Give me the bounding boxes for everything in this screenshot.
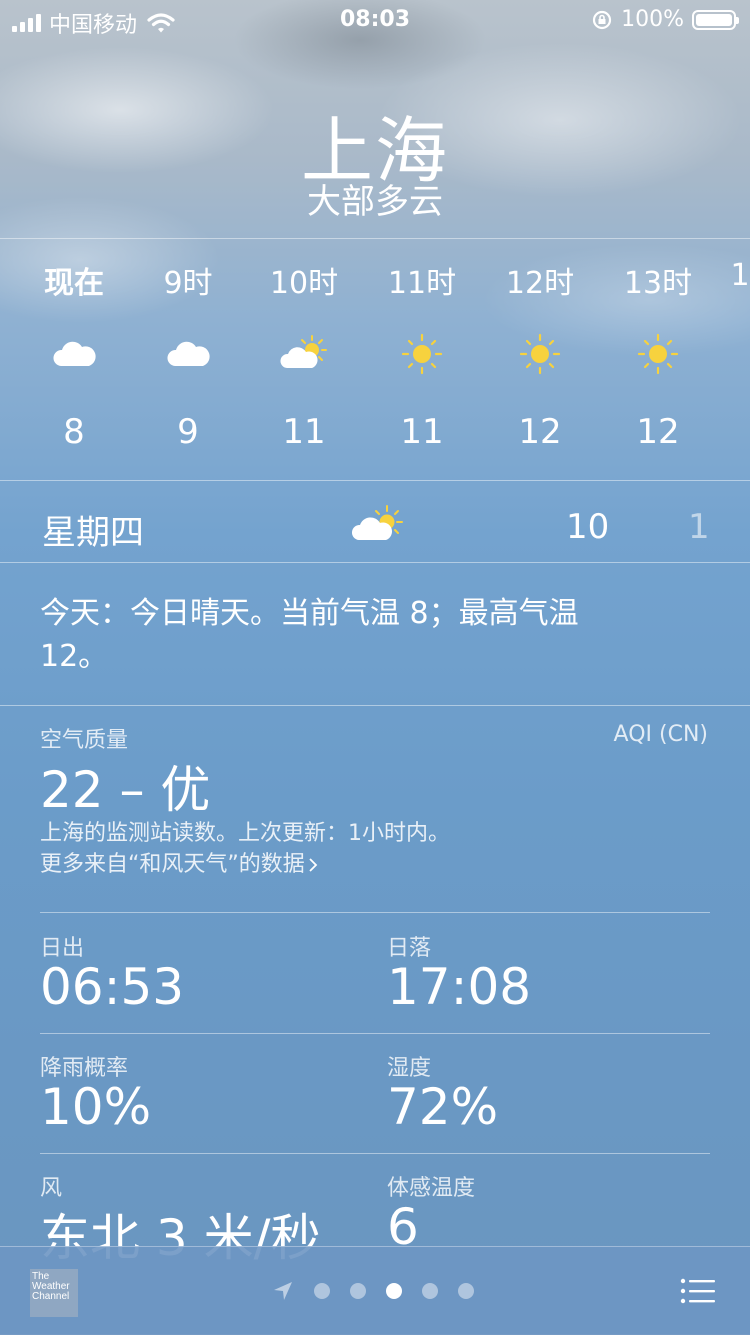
divider [0, 480, 750, 481]
hourly-forecast[interactable]: 现在 8 9时 9 10时 11 11时 11 12时 12 13时 12 1 [0, 240, 750, 480]
more-data-link-label: 更多来自“和风天气”的数据 [40, 852, 305, 877]
day-low-temp: 1 [688, 507, 710, 547]
battery-icon [692, 9, 739, 30]
more-data-link[interactable]: 更多来自“和风天气”的数据 [40, 849, 450, 880]
sunrise-value: 06:53 [40, 958, 185, 1016]
hour-temp: 12 [518, 412, 562, 452]
bottom-toolbar: The Weather Channel [0, 1246, 750, 1335]
sunset-value: 17:08 [387, 958, 532, 1016]
location-arrow-icon [274, 1282, 292, 1300]
current-condition: 大部多云 [307, 182, 443, 222]
hour-label: 10时 [269, 266, 339, 301]
divider [0, 562, 750, 563]
chevron-right-icon [309, 857, 318, 872]
page-dot [314, 1283, 330, 1299]
sun-icon [401, 333, 443, 375]
hour-label: 12时 [505, 266, 575, 301]
hour-temp: 8 [63, 412, 85, 452]
day-high-temp: 10 [566, 507, 610, 547]
status-bar: 中国移动 08:03 100% [0, 0, 750, 40]
rain-chance-value: 10% [40, 1078, 152, 1136]
divider [0, 238, 750, 239]
divider [0, 705, 750, 706]
hour-temp: 12 [636, 412, 680, 452]
cloud-icon [53, 341, 96, 366]
divider [40, 912, 710, 913]
page-dot [422, 1283, 438, 1299]
sun-icon [637, 333, 679, 375]
daily-forecast-row: 星期四 10 1 [0, 482, 750, 562]
hour-label: 11时 [387, 266, 457, 301]
today-summary: 今天：今日晴天。当前气温 8；最高气温 12。 [40, 596, 579, 674]
page-indicator[interactable] [272, 1277, 474, 1305]
humidity-value: 72% [387, 1078, 499, 1136]
hour-label: 1 [730, 258, 750, 293]
air-quality-source: 上海的监测站读数。上次更新：1小时内。 [40, 821, 450, 846]
hour-label: 9时 [163, 266, 213, 301]
page-dot [350, 1283, 366, 1299]
rotation-lock-icon [592, 10, 612, 29]
city-list-icon[interactable] [680, 1277, 716, 1305]
aqi-unit-label: AQI (CN) [613, 722, 708, 747]
hour-temp: 9 [177, 412, 199, 452]
partly-sunny-icon [280, 335, 327, 368]
partly-sunny-icon [351, 505, 403, 540]
hour-temp: 11 [400, 412, 444, 452]
divider [40, 1153, 710, 1154]
day-name: 星期四 [42, 513, 144, 553]
hour-label: 现在 [44, 266, 104, 301]
cloud-icon [167, 341, 210, 366]
hour-temp: 11 [282, 412, 326, 452]
sun-icon [519, 333, 561, 375]
air-quality-value: 22 – 优 [40, 761, 211, 819]
page-dot-active [386, 1283, 402, 1299]
air-quality-note: 上海的监测站读数。上次更新：1小时内。 更多来自“和风天气”的数据 [40, 818, 450, 880]
battery-percent: 100% [621, 7, 684, 32]
divider [40, 1033, 710, 1034]
page-dot [458, 1283, 474, 1299]
weather-channel-logo[interactable]: The Weather Channel [30, 1269, 78, 1317]
